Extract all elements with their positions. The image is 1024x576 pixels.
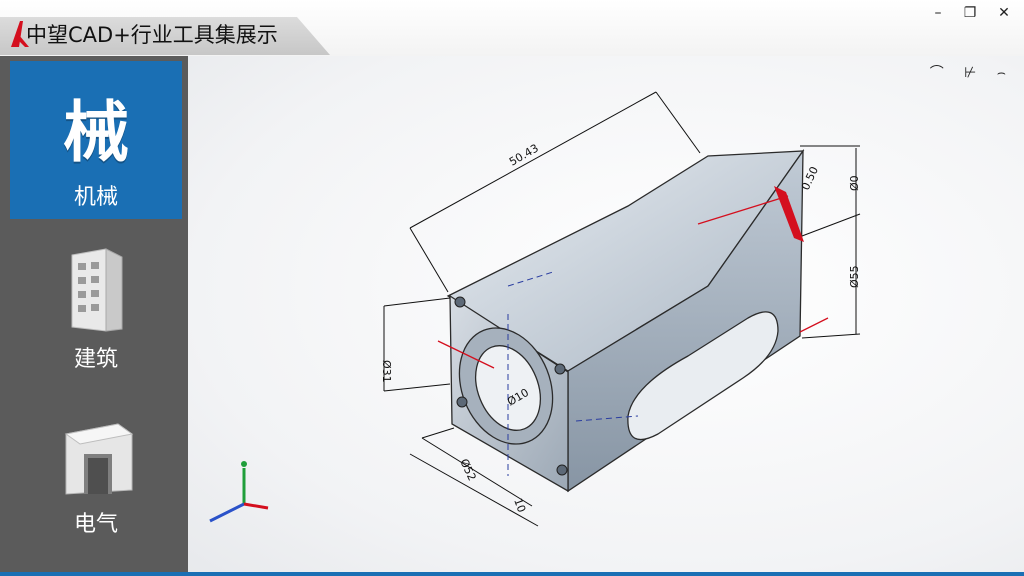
dimension-label: Ø0 — [848, 175, 861, 191]
dimension-label: Ø55 — [848, 265, 861, 288]
dimension-label: 10 — [511, 497, 528, 515]
machinery-glyph-icon: 械 — [63, 94, 129, 171]
building-icon — [71, 248, 123, 332]
app-title: 中望CAD+行业工具集展示 — [26, 23, 278, 47]
sidebar-item-electrical[interactable]: 电气 — [10, 414, 182, 544]
mechanical-part-drawing: 50.43 0.50 Ø0 Ø55 Ø31 Ø52 10 Ø10 — [209, 91, 861, 527]
maximize-button[interactable]: ❐ — [958, 4, 982, 22]
sidebar-item-machinery[interactable]: 械 机械 — [10, 61, 182, 219]
electrical-icon — [64, 423, 134, 495]
close-button[interactable]: ✕ — [992, 4, 1016, 22]
model-viewport[interactable]: ⌒ ⊬ ⌢ 50.43 0.50 Ø0 Ø55 Ø31 Ø52 10 Ø10 — [188, 56, 1024, 576]
coordinate-axis-icon — [209, 461, 269, 523]
dimension-label: Ø52 — [457, 457, 478, 483]
title-bar: 中望CAD+行业工具集展示 – ❐ ✕ — [0, 0, 1024, 56]
sidebar-item-building[interactable]: 建筑 — [10, 241, 182, 372]
dimension-label: Ø31 — [380, 360, 393, 383]
sidebar-item-label: 电气 — [73, 512, 118, 537]
industry-sidebar: 械 机械 建筑 电气 — [0, 56, 188, 576]
sidebar-item-label: 机械 — [73, 185, 118, 210]
sidebar-item-label: 建筑 — [73, 347, 118, 372]
minimize-button[interactable]: – — [926, 4, 950, 22]
window-bottom-border — [0, 572, 1024, 576]
